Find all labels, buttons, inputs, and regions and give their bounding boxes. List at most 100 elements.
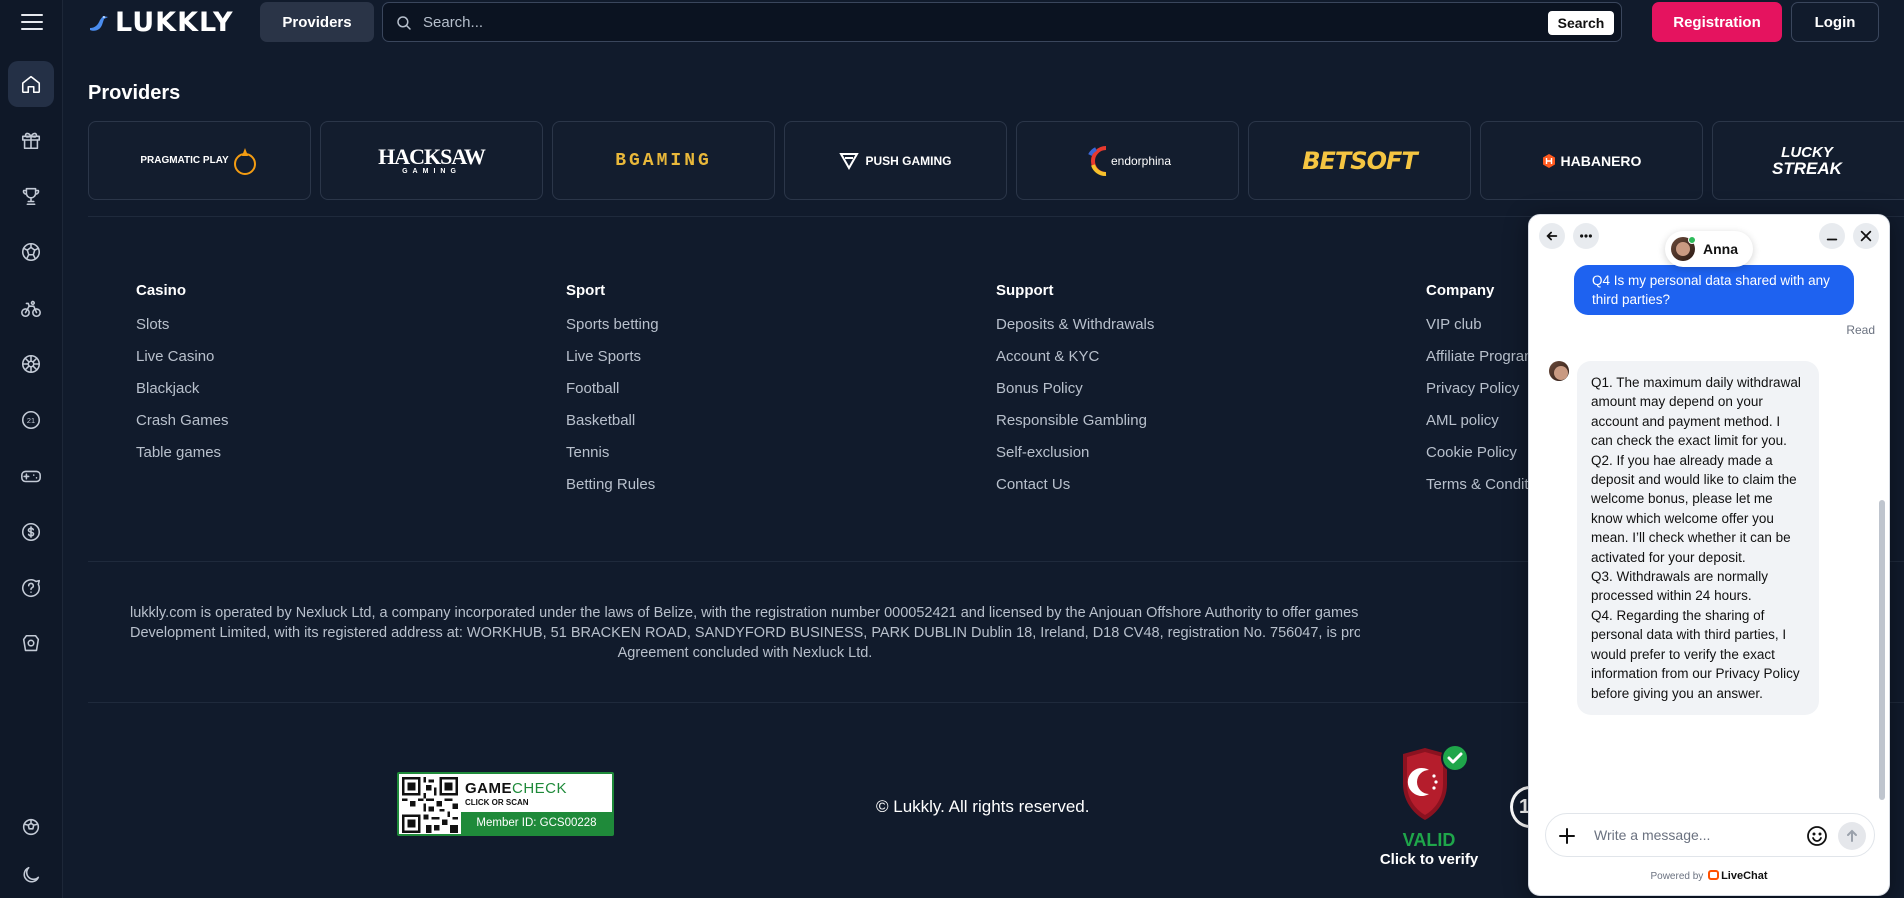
online-status-icon xyxy=(1688,236,1696,244)
registration-button[interactable]: Registration xyxy=(1652,2,1782,42)
powered-by[interactable]: Powered by LiveChat xyxy=(1529,870,1889,882)
footer-column-sport: Sport Sports betting Live Sports Footbal… xyxy=(566,282,659,508)
message-input[interactable] xyxy=(1594,814,1794,856)
provider-logo: PUSH GAMING xyxy=(839,152,952,170)
sidebar-item-theme[interactable] xyxy=(8,852,54,898)
minimize-icon xyxy=(1826,238,1838,241)
arrow-left-icon xyxy=(1546,231,1558,241)
provider-card-habanero[interactable]: HABANERO xyxy=(1480,121,1703,200)
agent-avatar-small xyxy=(1549,361,1569,381)
provider-card-endorphina[interactable]: endorphina xyxy=(1016,121,1239,200)
provider-card-lucky-streak[interactable]: LUCKY STREAK xyxy=(1712,121,1904,200)
agent-name: Anna xyxy=(1703,241,1738,257)
legal-line: Development Limited, with its registered… xyxy=(130,625,1360,641)
copyright-text: © Lukkly. All rights reserved. xyxy=(876,797,1090,816)
footer-link[interactable]: Sports betting xyxy=(566,316,659,333)
blackjack-21-icon: 21 xyxy=(21,410,41,430)
gamecheck-badge[interactable]: GAMECHECK CLICK OR SCAN Member ID: GCS00… xyxy=(397,772,614,836)
sidebar-item-sports[interactable] xyxy=(8,229,54,275)
agent-message-line: Q4. Regarding the sharing of personal da… xyxy=(1591,607,1800,701)
footer-link[interactable]: Live Sports xyxy=(566,348,659,365)
provider-name: BGAMING xyxy=(615,150,712,171)
footer-link[interactable]: Account & KYC xyxy=(996,348,1154,365)
provider-logo: PRAGMATIC PLAY xyxy=(140,146,258,176)
footer-link[interactable]: Blackjack xyxy=(136,380,229,397)
provider-logo: LUCKY STREAK xyxy=(1772,145,1842,177)
habanero-logo-icon xyxy=(1542,153,1555,168)
legal-line: Agreement concluded with Nexluck Ltd. xyxy=(617,645,873,661)
chat-menu-button[interactable] xyxy=(1573,223,1599,249)
footer-link[interactable]: Self-exclusion xyxy=(996,444,1154,461)
sidebar-item-help[interactable] xyxy=(8,565,54,611)
provider-card-push-gaming[interactable]: PUSH GAMING xyxy=(784,121,1007,200)
gamecheck-member-id: Member ID: GCS00228 xyxy=(461,812,612,834)
footer-link[interactable]: Bonus Policy xyxy=(996,380,1154,397)
providers-title: Providers xyxy=(88,82,181,104)
svg-text:21: 21 xyxy=(27,416,35,425)
sidebar-item-vip[interactable] xyxy=(8,621,54,667)
gamecheck-brand-b: CHECK xyxy=(512,780,568,797)
provider-name: BETSOFT xyxy=(1302,146,1418,175)
menu-icon[interactable] xyxy=(21,14,43,30)
footer-column-title: Sport xyxy=(566,282,606,299)
sidebar-item-cashback[interactable] xyxy=(8,509,54,555)
provider-logo: endorphina xyxy=(1084,143,1171,179)
footer-link[interactable]: Football xyxy=(566,380,659,397)
footer-link[interactable]: Basketball xyxy=(566,412,659,429)
footer-link[interactable]: Betting Rules xyxy=(566,476,659,493)
provider-card-bgaming[interactable]: BGAMING xyxy=(552,121,775,200)
moon-icon xyxy=(23,866,40,883)
logo[interactable]: LUKKLY xyxy=(87,4,234,40)
footer-link[interactable]: Slots xyxy=(136,316,229,333)
agent-pill[interactable]: Anna xyxy=(1665,231,1753,267)
sidebar-item-games[interactable] xyxy=(8,453,54,499)
providers-button[interactable]: Providers xyxy=(260,2,374,42)
footer-link[interactable]: Crash Games xyxy=(136,412,229,429)
bird-logo-icon xyxy=(90,16,108,31)
search-input[interactable] xyxy=(423,3,1423,41)
provider-card-pragmatic-play[interactable]: PRAGMATIC PLAY xyxy=(88,121,311,200)
chat-minimize-button[interactable] xyxy=(1819,223,1845,249)
emoji-icon[interactable] xyxy=(1806,825,1828,847)
roulette-icon xyxy=(21,354,41,374)
sidebar-item-promotions[interactable] xyxy=(8,117,54,163)
footer-link[interactable]: Deposits & Withdrawals xyxy=(996,316,1154,333)
sidebar-item-cycling[interactable] xyxy=(8,285,54,331)
send-button[interactable] xyxy=(1838,822,1866,850)
sport-ball-icon xyxy=(22,818,40,836)
sidebar-item-casino[interactable] xyxy=(8,341,54,387)
gamepad-icon xyxy=(21,470,41,483)
help-chat-icon xyxy=(21,579,41,597)
sidebar-item-sport-toggle[interactable] xyxy=(8,804,54,850)
legal-line: lukkly.com is operated by Nexluck Ltd, a… xyxy=(130,605,1360,621)
cycling-icon xyxy=(21,300,41,318)
search-icon xyxy=(397,16,411,30)
search-button[interactable]: Search xyxy=(1548,11,1614,35)
sidebar-item-tournaments[interactable] xyxy=(8,173,54,219)
sidebar-item-home[interactable] xyxy=(8,61,54,107)
plus-icon[interactable] xyxy=(1556,825,1578,847)
sidebar: 21 xyxy=(0,0,63,898)
gift-icon xyxy=(21,132,41,150)
home-icon xyxy=(21,75,41,94)
provider-card-betsoft[interactable]: BETSOFT xyxy=(1248,121,1471,200)
chat-back-button[interactable] xyxy=(1539,223,1565,249)
shield-seal-icon xyxy=(1403,744,1469,820)
sidebar-item-blackjack[interactable]: 21 xyxy=(8,397,54,443)
logo-text: LUKKLY xyxy=(115,6,234,38)
footer-link[interactable]: Live Casino xyxy=(136,348,229,365)
endorphina-logo-icon xyxy=(1088,145,1107,176)
coin-icon xyxy=(21,522,41,542)
license-verify-badge[interactable]: VALID Click to verify xyxy=(1370,744,1488,868)
login-button[interactable]: Login xyxy=(1791,2,1879,42)
footer-column-support: Support Deposits & Withdrawals Account &… xyxy=(996,282,1154,508)
footer-link[interactable]: Table games xyxy=(136,444,229,461)
valid-title: VALID xyxy=(1402,830,1456,850)
provider-card-hacksaw[interactable]: HACKSAW GAMING xyxy=(320,121,543,200)
chat-close-button[interactable] xyxy=(1853,223,1879,249)
gamecheck-subtitle: CLICK OR SCAN xyxy=(465,798,529,807)
footer-link[interactable]: Responsible Gambling xyxy=(996,412,1154,429)
footer-link[interactable]: Tennis xyxy=(566,444,659,461)
footer-link[interactable]: Contact Us xyxy=(996,476,1154,493)
chat-scrollbar[interactable] xyxy=(1879,500,1885,800)
